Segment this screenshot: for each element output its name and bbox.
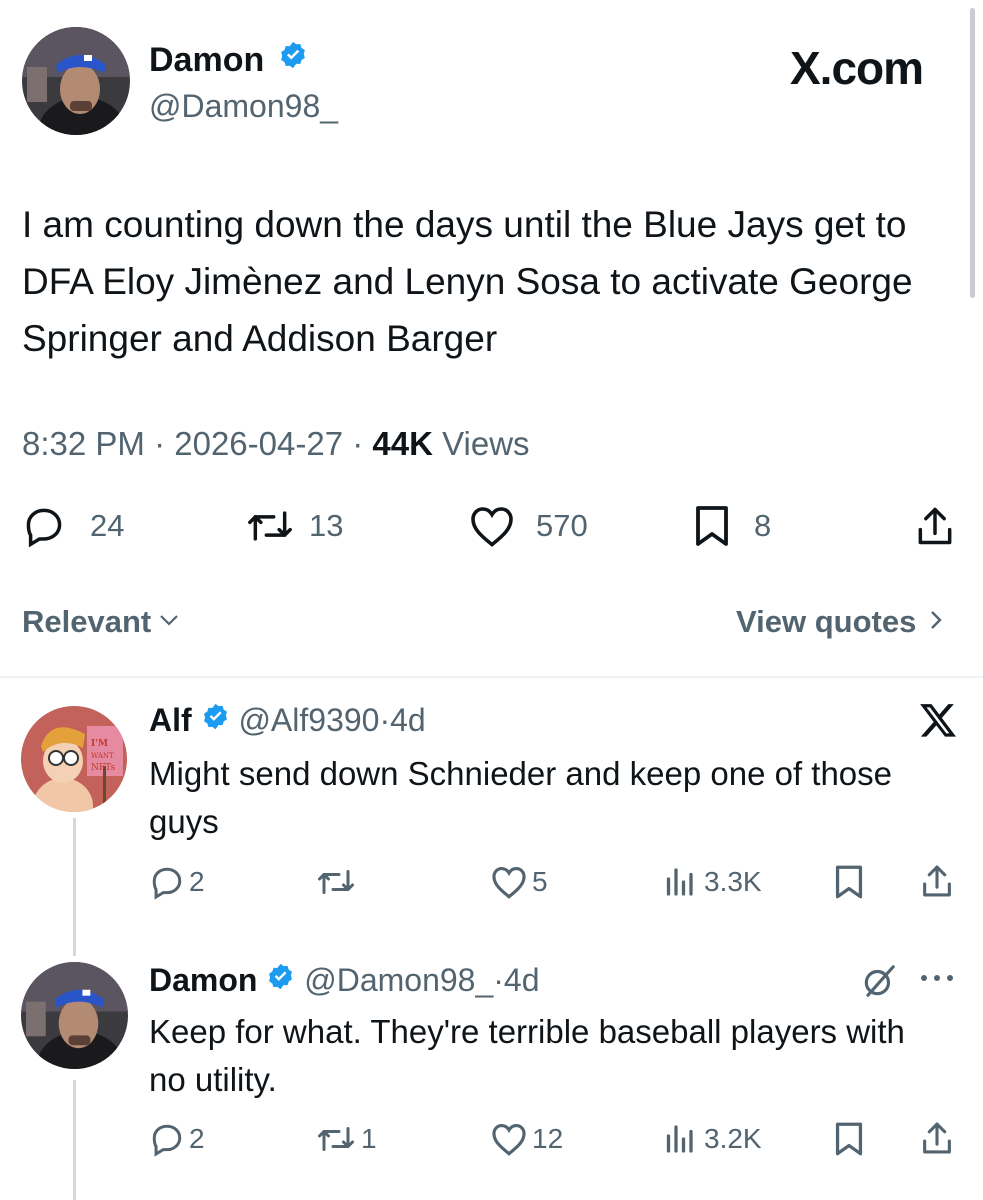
- like-button[interactable]: 12: [490, 1121, 563, 1157]
- views-button[interactable]: 3.2K: [662, 1121, 762, 1157]
- view-quotes-link[interactable]: View quotes: [736, 602, 946, 642]
- main-tweet-text: I am counting down the days until the Bl…: [22, 204, 913, 359]
- x-com-watermark: X.com: [790, 42, 924, 94]
- reply-text: Might send down Schnieder and keep one o…: [149, 755, 893, 840]
- reply-count: 24: [90, 508, 125, 543]
- sort-label: Relevant: [22, 604, 152, 639]
- verified-badge-icon: [201, 700, 230, 740]
- like-button[interactable]: 5: [490, 864, 548, 900]
- meta-separator: ·: [493, 962, 504, 998]
- reply-button[interactable]: 2: [149, 864, 205, 900]
- thread-connector: [73, 818, 76, 956]
- analytics-icon: [662, 864, 696, 900]
- grok-icon[interactable]: [860, 962, 898, 1005]
- analytics-icon: [662, 1121, 696, 1157]
- svg-text:WANT: WANT: [91, 752, 114, 760]
- verified-badge-icon: [266, 960, 295, 1000]
- share-button[interactable]: [914, 504, 956, 548]
- repost-button[interactable]: 13: [245, 504, 343, 548]
- bookmark-button[interactable]: [834, 1121, 864, 1157]
- repost-button[interactable]: [315, 864, 361, 900]
- main-author-name[interactable]: Damon: [149, 41, 264, 79]
- reply-age[interactable]: 4d: [390, 702, 426, 738]
- share-icon: [920, 862, 954, 900]
- main-author-handle[interactable]: @Damon98_: [149, 86, 338, 126]
- share-button[interactable]: [920, 862, 954, 900]
- bookmark-count: 8: [754, 508, 772, 543]
- like-count: 570: [536, 508, 588, 543]
- meta-separator: ·: [352, 425, 364, 462]
- bookmark-button[interactable]: [834, 864, 864, 900]
- reply-count: 2: [189, 866, 205, 897]
- heart-icon: [490, 1121, 528, 1157]
- reply-author-handle[interactable]: @Damon98_: [304, 962, 493, 998]
- share-icon: [914, 504, 956, 548]
- bookmark-icon: [694, 504, 730, 548]
- reply-icon: [22, 504, 66, 548]
- bookmark-button[interactable]: 8: [694, 504, 771, 548]
- x-logo-icon: [918, 700, 958, 745]
- reply-author-name[interactable]: Damon: [149, 962, 257, 998]
- chevron-down-icon: [157, 602, 181, 642]
- main-author-avatar[interactable]: [22, 27, 130, 135]
- heart-icon: [468, 504, 516, 548]
- repost-icon: [315, 1121, 357, 1157]
- reply-age[interactable]: 4d: [504, 962, 540, 998]
- bookmark-icon: [834, 1121, 864, 1157]
- reply-icon: [149, 1121, 185, 1157]
- meta-separator: ·: [154, 425, 166, 462]
- repost-button[interactable]: 1: [315, 1121, 377, 1157]
- thread-connector: [73, 1080, 76, 1200]
- tweet-meta: 8:32 PM · 2026-04-27 · 44K Views: [22, 422, 530, 466]
- repost-count: 13: [309, 508, 344, 543]
- views-button[interactable]: 3.3K: [662, 864, 762, 900]
- repost-icon: [315, 864, 357, 900]
- views-count: 3.3K: [704, 866, 762, 897]
- reply-count: 2: [189, 1123, 205, 1154]
- reply-text: Keep for what. They're terrible baseball…: [149, 1013, 905, 1098]
- views-label: Views: [442, 425, 530, 462]
- sort-dropdown[interactable]: Relevant: [22, 602, 181, 642]
- like-count: 12: [532, 1123, 564, 1154]
- view-quotes-label: View quotes: [736, 604, 917, 639]
- repost-count: 1: [361, 1123, 377, 1154]
- heart-icon: [490, 864, 528, 900]
- like-button[interactable]: 570: [468, 504, 588, 548]
- tweet-time[interactable]: 8:32 PM: [22, 425, 145, 462]
- repost-icon: [245, 504, 295, 548]
- like-count: 5: [532, 866, 548, 897]
- views-count[interactable]: 44K: [372, 425, 433, 462]
- reply-button[interactable]: 2: [149, 1121, 205, 1157]
- bookmark-icon: [834, 864, 864, 900]
- reply-icon: [149, 864, 185, 900]
- share-button[interactable]: [920, 1119, 954, 1157]
- meta-separator: ·: [379, 702, 391, 738]
- reply-author-avatar[interactable]: [21, 962, 128, 1069]
- reply-author-avatar[interactable]: I'M WANT NFTs: [21, 706, 127, 812]
- more-options-icon[interactable]: [916, 968, 958, 993]
- reply-author-handle[interactable]: @Alf9390: [238, 702, 379, 738]
- tweet-date[interactable]: 2026-04-27: [174, 425, 343, 462]
- share-icon: [920, 1119, 954, 1157]
- chevron-right-icon: [926, 602, 946, 642]
- divider: [0, 676, 983, 678]
- svg-text:NFTs: NFTs: [91, 763, 115, 773]
- verified-badge-icon: [278, 39, 308, 79]
- views-count: 3.2K: [704, 1123, 762, 1154]
- svg-text:I'M: I'M: [91, 739, 108, 749]
- reply-author-name[interactable]: Alf: [149, 702, 192, 738]
- reply-button[interactable]: 24: [22, 504, 124, 548]
